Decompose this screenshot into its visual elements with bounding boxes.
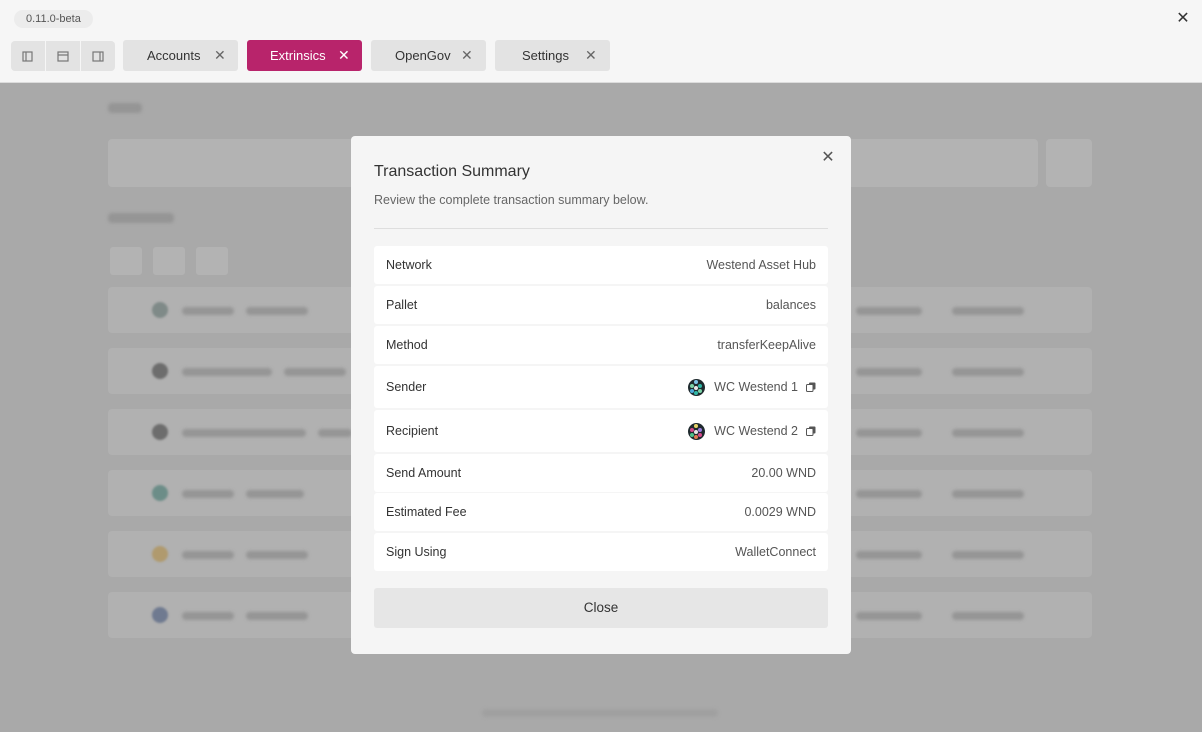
blurred-text: [182, 368, 272, 376]
blurred-heading: [108, 213, 174, 223]
blurred-text: [246, 612, 308, 620]
divider: [374, 228, 828, 229]
layout-left-icon[interactable]: [11, 41, 46, 71]
transaction-summary-modal: ✕ Transaction Summary Review the complet…: [351, 136, 851, 654]
row-label: Sender: [386, 380, 427, 394]
blurred-status: [856, 612, 922, 620]
blurred-actions: [952, 307, 1024, 315]
summary-row-network: Network Westend Asset Hub: [374, 246, 828, 284]
title-bar: 0.11.0-beta ✕ Accounts ✕ Extrinsics ✕ Op…: [0, 0, 1202, 83]
blurred-heading: [108, 103, 142, 113]
blurred-pager: [153, 247, 185, 275]
blurred-actions: [952, 368, 1024, 376]
blurred-avatar: [152, 363, 168, 379]
row-label: Method: [386, 338, 428, 352]
summary-row-send-amount: Send Amount 20.00 WND: [374, 454, 828, 492]
tab-extrinsics[interactable]: Extrinsics ✕: [247, 40, 362, 71]
row-value-group: WC Westend 2: [688, 422, 816, 440]
blurred-text: [182, 429, 306, 437]
blurred-text: [182, 307, 234, 315]
blurred-avatar: [152, 424, 168, 440]
tab-label: Settings: [522, 48, 569, 63]
tab-settings[interactable]: Settings ✕: [495, 40, 610, 71]
blurred-status: [856, 551, 922, 559]
row-value: Westend Asset Hub: [706, 258, 816, 272]
blurred-text: [182, 490, 234, 498]
row-value: WalletConnect: [735, 545, 816, 559]
row-label: Send Amount: [386, 466, 462, 480]
blurred-actions: [952, 612, 1024, 620]
blurred-footer: [482, 709, 718, 717]
blurred-status: [856, 307, 922, 315]
copy-icon[interactable]: [806, 426, 816, 436]
blurred-text: [182, 612, 234, 620]
tab-close-icon[interactable]: ✕: [338, 40, 350, 71]
blurred-text: [318, 429, 352, 437]
row-value: transferKeepAlive: [717, 338, 816, 352]
blurred-status: [856, 429, 922, 437]
blurred-status: [856, 368, 922, 376]
window-close-icon[interactable]: ✕: [1174, 10, 1192, 28]
blurred-avatar: [152, 546, 168, 562]
copy-icon[interactable]: [806, 382, 816, 392]
modal-close-icon[interactable]: ✕: [820, 150, 836, 166]
account-name: WC Westend 2: [714, 424, 798, 438]
row-label: Sign Using: [386, 545, 447, 559]
blurred-text: [284, 368, 346, 376]
blurred-pager: [110, 247, 142, 275]
summary-row-method: Method transferKeepAlive: [374, 326, 828, 364]
row-value: 0.0029 WND: [744, 505, 816, 519]
blurred-text: [246, 551, 308, 559]
tab-close-icon[interactable]: ✕: [585, 40, 597, 71]
blurred-avatar: [152, 302, 168, 318]
tab-label: Extrinsics: [270, 48, 326, 63]
tab-close-icon[interactable]: ✕: [214, 40, 226, 71]
blurred-avatar: [152, 485, 168, 501]
tab-label: Accounts: [147, 48, 201, 63]
tab-opengov[interactable]: OpenGov ✕: [371, 40, 486, 71]
layout-toggle-group: [11, 41, 115, 71]
blurred-actions: [952, 490, 1024, 498]
tab-accounts[interactable]: Accounts ✕: [123, 40, 238, 71]
layout-right-icon[interactable]: [81, 41, 115, 71]
close-button[interactable]: Close: [374, 588, 828, 628]
modal-title: Transaction Summary: [374, 163, 530, 180]
row-value: balances: [765, 298, 816, 312]
blurred-text: [182, 551, 234, 559]
row-label: Network: [386, 258, 432, 272]
summary-row-recipient: Recipient WC Westend 2: [374, 410, 828, 452]
version-badge: 0.11.0-beta: [14, 10, 93, 28]
layout-center-icon[interactable]: [46, 41, 81, 71]
blurred-pager: [196, 247, 228, 275]
summary-row-estimated-fee: Estimated Fee 0.0029 WND: [374, 493, 828, 531]
row-value-group: WC Westend 1: [688, 378, 816, 396]
account-name: WC Westend 1: [714, 380, 798, 394]
summary-row-sender: Sender WC Westend 1: [374, 366, 828, 408]
modal-subtitle: Review the complete transaction summary …: [374, 193, 649, 207]
blurred-filter-button: [1046, 139, 1092, 187]
blurred-avatar: [152, 607, 168, 623]
row-label: Estimated Fee: [386, 505, 467, 519]
summary-row-pallet: Pallet balances: [374, 286, 828, 324]
blurred-actions: [952, 429, 1024, 437]
tab-close-icon[interactable]: ✕: [461, 40, 473, 71]
row-label: Recipient: [386, 424, 439, 438]
blurred-actions: [952, 551, 1024, 559]
blurred-text: [246, 307, 308, 315]
summary-row-sign-using: Sign Using WalletConnect: [374, 533, 828, 571]
row-label: Pallet: [386, 298, 418, 312]
identicon-icon: [688, 378, 706, 396]
blurred-status: [856, 490, 922, 498]
blurred-text: [246, 490, 304, 498]
tab-label: OpenGov: [395, 48, 451, 63]
row-value: 20.00 WND: [751, 466, 816, 480]
identicon-icon: [688, 422, 706, 440]
